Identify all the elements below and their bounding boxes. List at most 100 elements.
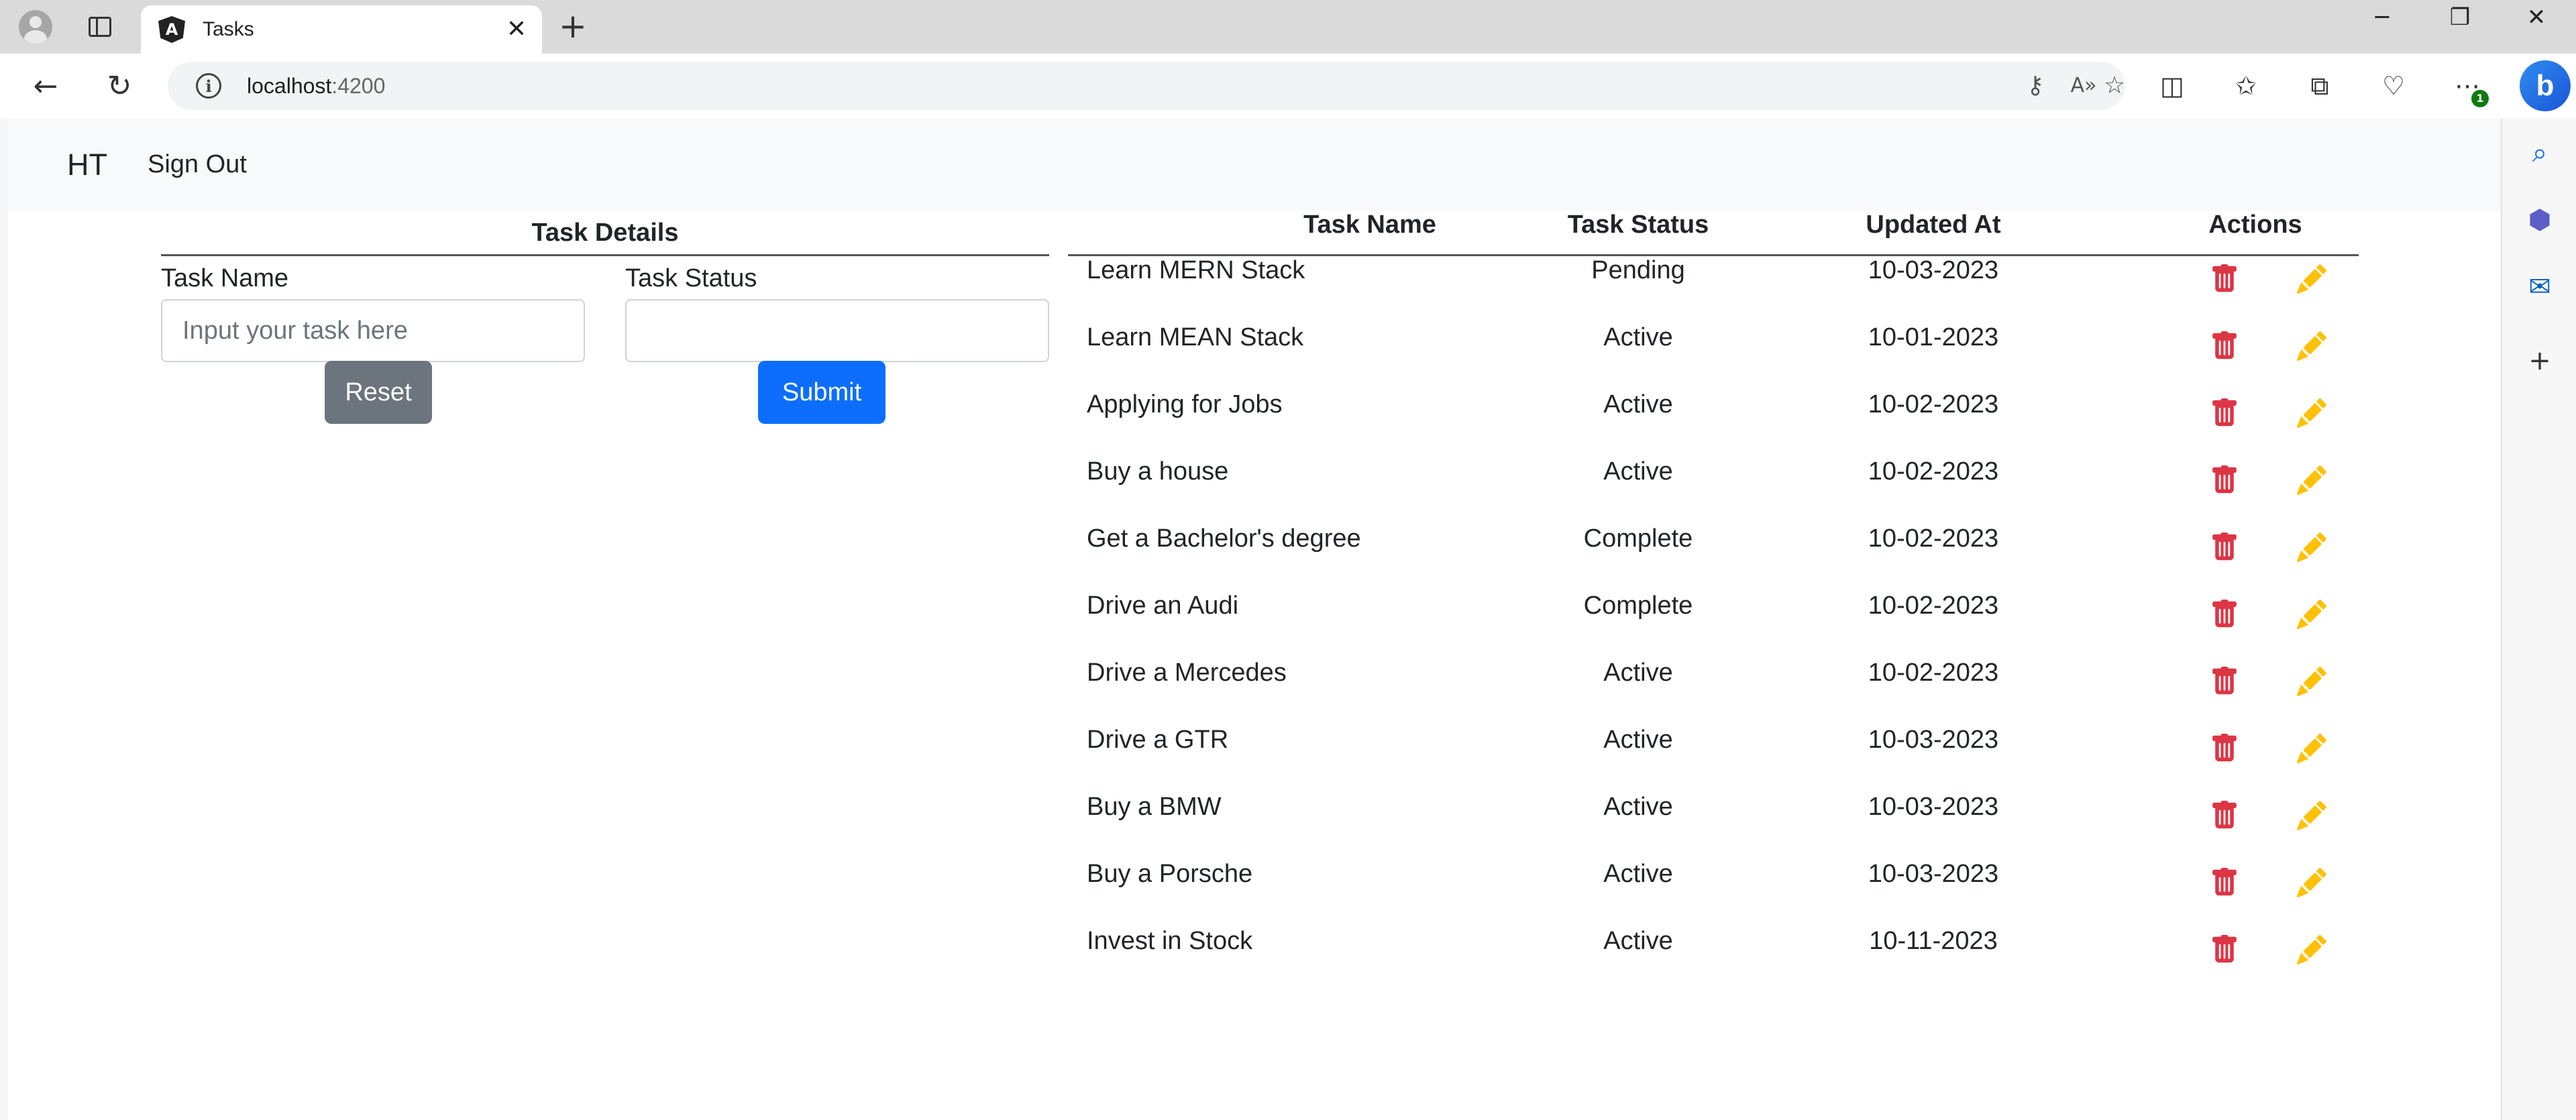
trash-icon[interactable] — [2210, 465, 2239, 495]
notification-badge: 1 — [2471, 90, 2489, 107]
updated-at-cell: 10-03-2023 — [1868, 256, 1999, 284]
task-status-cell: Active — [1603, 927, 1673, 955]
split-screen-icon[interactable]: ◫ — [2153, 67, 2191, 105]
tab-actions-icon — [89, 17, 111, 37]
profile-button[interactable] — [11, 5, 60, 48]
trash-icon[interactable] — [2210, 734, 2239, 763]
trash-icon[interactable] — [2210, 398, 2239, 428]
task-name-cell: Learn MEAN Stack — [1087, 323, 1304, 351]
task-status-input[interactable] — [625, 299, 1049, 362]
browser-sidebar: ⌕ ⬢ ✉ + — [2501, 118, 2576, 1120]
trash-icon[interactable] — [2210, 264, 2239, 294]
trash-icon[interactable] — [2210, 533, 2239, 562]
table-row: Drive an Audi Complete 10-02-2023 — [1068, 592, 2359, 659]
task-name-cell: Buy a BMW — [1087, 793, 1222, 821]
pencil-icon[interactable] — [2297, 733, 2327, 763]
key-icon[interactable]: ⚷ — [2021, 71, 2050, 101]
updated-at-cell: 10-03-2023 — [1868, 726, 1999, 754]
updated-at-cell: 10-03-2023 — [1868, 793, 1999, 821]
updated-at-cell: 10-02-2023 — [1868, 659, 1999, 687]
task-name-cell: Invest in Stock — [1087, 927, 1253, 955]
pencil-icon[interactable] — [2297, 867, 2327, 897]
task-name-cell: Drive a GTR — [1087, 726, 1229, 754]
read-aloud-icon[interactable]: A» — [2069, 71, 2098, 101]
search-icon[interactable]: ⌕ — [2521, 134, 2559, 172]
browser-tab-tasks[interactable]: A Tasks ✕ — [141, 5, 542, 54]
office-icon[interactable]: ⬢ — [2521, 201, 2559, 239]
angular-favicon-icon: A — [158, 16, 185, 43]
task-name-label: Task Name — [161, 264, 289, 292]
tasks-table-body: Learn MERN Stack Pending 10-03-2023 Learn M… — [1068, 256, 2359, 994]
sign-out-link[interactable]: Sign Out — [148, 150, 247, 179]
trash-icon[interactable] — [2210, 801, 2239, 830]
task-name-input[interactable] — [161, 299, 585, 362]
browser-essentials-icon[interactable]: ♡ — [2375, 67, 2412, 105]
submit-button[interactable]: Submit — [758, 361, 885, 424]
trash-icon[interactable] — [2210, 331, 2239, 361]
task-name-cell: Drive an Audi — [1087, 592, 1239, 620]
url-host: localhost — [247, 73, 332, 98]
task-status-cell: Active — [1603, 390, 1673, 418]
column-header-task-status: Task Status — [1567, 211, 1709, 239]
table-row: Invest in Stock Active 10-11-2023 — [1068, 927, 2359, 994]
site-info-icon[interactable]: i — [196, 73, 221, 99]
favorite-star-icon[interactable]: ☆ — [2100, 71, 2129, 101]
new-tab-button[interactable]: + — [554, 8, 592, 46]
updated-at-cell: 10-02-2023 — [1868, 390, 1999, 418]
pencil-icon[interactable] — [2297, 264, 2327, 294]
task-status-cell: Active — [1603, 457, 1673, 486]
page-content: HT Sign Out Task Details Task Name Task … — [8, 118, 2501, 1120]
task-details-header: Task Details — [161, 211, 1049, 256]
table-row: Buy a house Active 10-02-2023 — [1068, 457, 2359, 524]
trash-icon[interactable] — [2210, 868, 2239, 897]
bing-copilot-icon[interactable]: b — [2520, 60, 2571, 111]
table-row: Drive a Mercedes Active 10-02-2023 — [1068, 659, 2359, 726]
updated-at-cell: 10-02-2023 — [1868, 592, 1999, 620]
tab-title: Tasks — [203, 18, 254, 40]
task-name-cell: Buy a house — [1087, 457, 1229, 486]
collections-icon[interactable]: ⧉ — [2301, 67, 2339, 105]
reload-icon[interactable]: ↻ — [99, 66, 140, 106]
restore-window-button[interactable]: ❐ — [2423, 4, 2497, 50]
table-row: Applying for Jobs Active 10-02-2023 — [1068, 390, 2359, 457]
tab-close-icon[interactable]: ✕ — [503, 16, 530, 43]
trash-icon[interactable] — [2210, 667, 2239, 696]
pencil-icon[interactable] — [2297, 800, 2327, 830]
pencil-icon[interactable] — [2297, 666, 2327, 696]
column-header-updated-at: Updated At — [1866, 211, 2001, 239]
brand-logo[interactable]: HT — [67, 148, 107, 182]
tasks-table-header: Task Name Task Status Updated At Actions — [1068, 211, 2359, 256]
table-row: Get a Bachelor's degree Complete 10-02-202… — [1068, 524, 2359, 592]
trash-icon[interactable] — [2210, 935, 2239, 964]
task-status-cell: Active — [1603, 659, 1673, 687]
updated-at-cell: 10-11-2023 — [1869, 927, 1998, 955]
column-header-actions: Actions — [2208, 211, 2302, 239]
pencil-icon[interactable] — [2297, 331, 2327, 361]
minimize-window-button[interactable]: ─ — [2345, 4, 2419, 50]
pencil-icon[interactable] — [2297, 934, 2327, 964]
pencil-icon[interactable] — [2297, 532, 2327, 562]
table-row: Drive a GTR Active 10-03-2023 — [1068, 726, 2359, 793]
updated-at-cell: 10-02-2023 — [1868, 524, 1999, 553]
task-name-cell: Get a Bachelor's degree — [1087, 524, 1361, 553]
favorites-icon[interactable]: ✩ — [2227, 67, 2265, 105]
table-row: Buy a Porsche Active 10-03-2023 — [1068, 860, 2359, 927]
updated-at-cell: 10-02-2023 — [1868, 457, 1999, 486]
close-window-button[interactable]: ✕ — [2500, 4, 2573, 50]
task-status-cell: Active — [1603, 793, 1673, 821]
address-bar[interactable]: i localhost:4200 ⚷ A» ☆ — [168, 62, 2125, 110]
profile-avatar-icon — [19, 10, 52, 44]
reset-button[interactable]: Reset — [325, 361, 432, 424]
url-port: :4200 — [331, 73, 386, 98]
back-arrow-icon[interactable]: ← — [25, 66, 66, 106]
outlook-icon[interactable]: ✉ — [2521, 268, 2559, 306]
tab-actions-button[interactable] — [80, 8, 119, 46]
task-name-cell: Drive a Mercedes — [1087, 659, 1287, 687]
trash-icon[interactable] — [2210, 600, 2239, 629]
pencil-icon[interactable] — [2297, 398, 2327, 428]
task-status-cell: Active — [1603, 323, 1673, 351]
pencil-icon[interactable] — [2297, 465, 2327, 495]
url-text[interactable]: localhost:4200 — [247, 74, 385, 99]
pencil-icon[interactable] — [2297, 599, 2327, 629]
add-sidebar-app-icon[interactable]: + — [2521, 342, 2559, 380]
